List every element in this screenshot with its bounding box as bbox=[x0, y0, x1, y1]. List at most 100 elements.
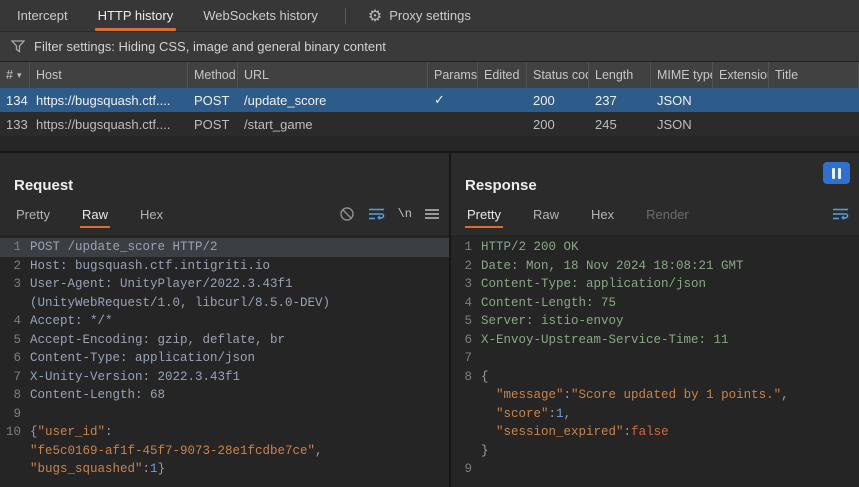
filter-funnel-icon bbox=[11, 40, 25, 53]
editor-line-text: Content-Length: 68 bbox=[30, 386, 449, 405]
tab-hex[interactable]: Hex bbox=[589, 196, 616, 232]
table-body: 134https://bugsquash.ctf....POST/update_… bbox=[0, 88, 859, 136]
history-row-134[interactable]: 134https://bugsquash.ctf....POST/update_… bbox=[0, 88, 859, 112]
editor-line: 7X-Unity-Version: 2022.3.43f1 bbox=[0, 368, 449, 387]
column-header-length[interactable]: Length bbox=[589, 62, 651, 88]
newline-toggle-icon[interactable]: \n bbox=[398, 207, 412, 221]
tab-pretty[interactable]: Pretty bbox=[14, 196, 52, 232]
tab-websockets-history[interactable]: WebSockets history bbox=[188, 0, 333, 31]
editor-line-text: { bbox=[481, 368, 859, 387]
editor-line-text: HTTP/2 200 OK bbox=[481, 238, 859, 257]
line-number: 6 bbox=[0, 349, 30, 368]
response-editor-icons bbox=[832, 207, 849, 221]
cell-host: https://bugsquash.ctf.... bbox=[30, 112, 188, 136]
response-editor[interactable]: 1HTTP/2 200 OK2Date: Mon, 18 Nov 2024 18… bbox=[451, 235, 859, 487]
editor-line: 7 bbox=[451, 349, 859, 368]
tab-http-history[interactable]: HTTP history bbox=[83, 0, 189, 31]
line-number: 8 bbox=[451, 368, 481, 387]
editor-line: 4Content-Length: 75 bbox=[451, 294, 859, 313]
word-wrap-icon[interactable] bbox=[368, 207, 385, 221]
editor-line-text: Host: bugsquash.ctf.intigriti.io bbox=[30, 257, 449, 276]
request-editor[interactable]: 1POST /update_score HTTP/22Host: bugsqua… bbox=[0, 235, 449, 487]
editor-line-text: "fe5c0169-af1f-45f7-9073-28e1fcdbe7ce", bbox=[30, 442, 449, 461]
editor-line: 6Content-Type: application/json bbox=[0, 349, 449, 368]
response-panel: Response PrettyRawHexRender 1HT bbox=[451, 153, 859, 487]
line-number: 8 bbox=[0, 386, 30, 405]
editor-line-text: } bbox=[481, 442, 859, 461]
editor-line: "score":1, bbox=[451, 405, 859, 424]
line-number bbox=[451, 386, 481, 405]
cell-edited bbox=[478, 112, 527, 136]
cell-url: /update_score bbox=[238, 88, 428, 112]
hide-nonprintable-icon[interactable] bbox=[339, 206, 355, 222]
tab-intercept[interactable]: Intercept bbox=[2, 0, 83, 31]
editor-line: 4Accept: */* bbox=[0, 312, 449, 331]
editor-line: 5Server: istio-envoy bbox=[451, 312, 859, 331]
tab-pretty[interactable]: Pretty bbox=[465, 196, 503, 232]
line-number bbox=[451, 405, 481, 424]
request-tabs-row: Pretty Raw Hex bbox=[14, 196, 439, 232]
proxy-settings-button[interactable]: ⚙ Proxy settings bbox=[358, 0, 481, 31]
editor-line: "session_expired":false bbox=[451, 423, 859, 442]
editor-line: 8{ bbox=[451, 368, 859, 387]
editor-line-text: Accept: */* bbox=[30, 312, 449, 331]
editor-line: 6X-Envoy-Upstream-Service-Time: 11 bbox=[451, 331, 859, 350]
line-number: 9 bbox=[0, 405, 30, 424]
column-header-mime-type[interactable]: MIME type bbox=[651, 62, 713, 88]
editor-line-text: Content-Length: 75 bbox=[481, 294, 859, 313]
editor-line-text: Content-Type: application/json bbox=[30, 349, 449, 368]
request-panel: Request PrettyRawHex bbox=[0, 153, 449, 487]
editor-line-text: "score":1, bbox=[481, 405, 859, 424]
gear-icon: ⚙ bbox=[368, 8, 382, 24]
proxy-tabs: InterceptHTTP historyWebSockets history bbox=[2, 0, 333, 31]
sort-indicator-icon: ▾ bbox=[17, 70, 22, 81]
editor-line: "message":"Score updated by 1 points.", bbox=[451, 386, 859, 405]
editor-line-text: "session_expired":false bbox=[481, 423, 859, 442]
line-number: 4 bbox=[0, 312, 30, 331]
column-header-title[interactable]: Title bbox=[769, 62, 859, 88]
editor-line-text: {"user_id": bbox=[30, 423, 449, 442]
filter-bar[interactable]: Filter settings: Hiding CSS, image and g… bbox=[0, 32, 859, 62]
cell-status: 200 bbox=[527, 88, 589, 112]
table-empty-area bbox=[0, 136, 859, 151]
column-header-[interactable]: #▾ bbox=[0, 62, 30, 88]
editor-line-text bbox=[481, 460, 859, 479]
editor-line-text bbox=[30, 405, 449, 424]
proxy-tab-bar: InterceptHTTP historyWebSockets history … bbox=[0, 0, 859, 32]
editor-line: 3Content-Type: application/json bbox=[451, 275, 859, 294]
line-number: 5 bbox=[0, 331, 30, 350]
editor-menu-icon[interactable] bbox=[425, 208, 439, 220]
history-row-133[interactable]: 133https://bugsquash.ctf....POST/start_g… bbox=[0, 112, 859, 136]
word-wrap-icon[interactable] bbox=[832, 207, 849, 221]
cell-url: /start_game bbox=[238, 112, 428, 136]
message-editor-area: Request PrettyRawHex bbox=[0, 153, 859, 487]
request-editor-icons: \n bbox=[339, 206, 439, 222]
editor-line-text: User-Agent: UnityPlayer/2022.3.43f1 bbox=[30, 275, 449, 294]
column-header-params[interactable]: Params bbox=[428, 62, 478, 88]
editor-line-text: POST /update_score HTTP/2 bbox=[30, 238, 449, 257]
editor-line-text: Content-Type: application/json bbox=[481, 275, 859, 294]
line-number: 7 bbox=[451, 349, 481, 368]
column-header-method[interactable]: Method bbox=[188, 62, 238, 88]
editor-line: 1HTTP/2 200 OK bbox=[451, 238, 859, 257]
cell-host: https://bugsquash.ctf.... bbox=[30, 88, 188, 112]
pause-intercept-button[interactable] bbox=[823, 162, 850, 184]
cell-length: 237 bbox=[589, 88, 651, 112]
editor-line-text: Server: istio-envoy bbox=[481, 312, 859, 331]
editor-line: 3User-Agent: UnityPlayer/2022.3.43f1 bbox=[0, 275, 449, 294]
column-header-url[interactable]: URL bbox=[238, 62, 428, 88]
column-header-host[interactable]: Host bbox=[30, 62, 188, 88]
column-header-extension[interactable]: Extension bbox=[713, 62, 769, 88]
cell-id: 133 bbox=[0, 112, 30, 136]
proxy-settings-label: Proxy settings bbox=[389, 8, 471, 23]
tab-raw[interactable]: Raw bbox=[80, 196, 110, 232]
tab-hex[interactable]: Hex bbox=[138, 196, 165, 232]
editor-line: 9 bbox=[451, 460, 859, 479]
tab-raw[interactable]: Raw bbox=[531, 196, 561, 232]
line-number: 9 bbox=[451, 460, 481, 479]
column-header-status-code[interactable]: Status code bbox=[527, 62, 589, 88]
editor-line-text: Date: Mon, 18 Nov 2024 18:08:21 GMT bbox=[481, 257, 859, 276]
editor-line: 2Date: Mon, 18 Nov 2024 18:08:21 GMT bbox=[451, 257, 859, 276]
column-header-edited[interactable]: Edited bbox=[478, 62, 527, 88]
response-panel-title: Response bbox=[465, 177, 859, 194]
